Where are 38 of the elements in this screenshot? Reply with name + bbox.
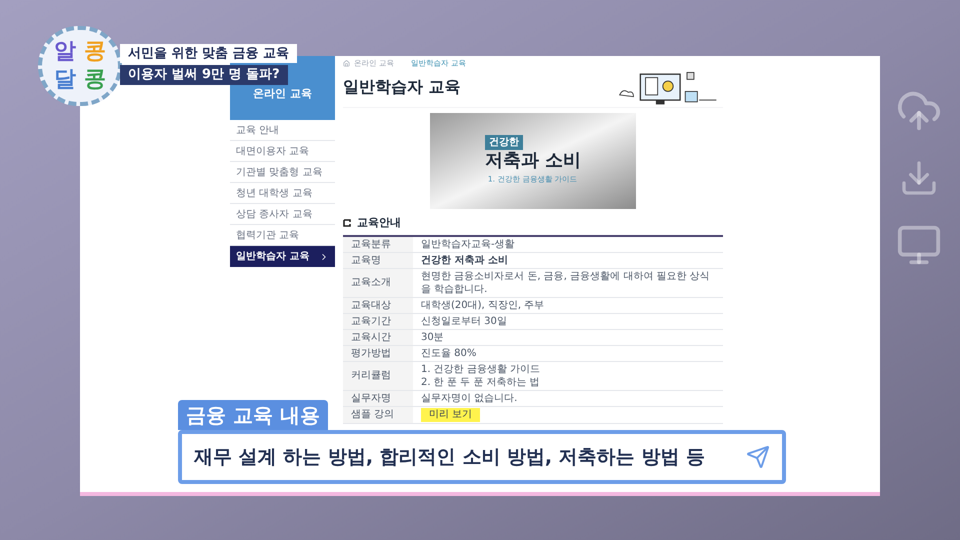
table-cell: 실무자명이 없습니다. xyxy=(421,392,518,404)
table-cell: 30분 xyxy=(421,330,444,344)
table-header-cell: 교육대상 xyxy=(351,298,391,312)
logo-letter: 알 xyxy=(54,40,76,64)
page-title: 일반학습자 교육 xyxy=(343,76,461,98)
sidebar-item[interactable]: 일반학습자 교육 xyxy=(230,246,335,267)
home-icon[interactable] xyxy=(343,60,350,66)
topic-caption: 재무 설계 하는 방법, 합리적인 소비 방법, 저축하는 방법 등 xyxy=(194,444,705,470)
table-cell: 신청일로부터 30일 xyxy=(421,314,507,328)
table-header-cell: 교육시간 xyxy=(351,330,391,344)
table-header-cell: 샘플 강의 xyxy=(351,408,394,421)
table-header-cell: 커리큘럼 xyxy=(351,369,391,382)
table-header-cell: 평가방법 xyxy=(351,346,391,360)
paper-plane-icon xyxy=(746,445,770,469)
table-cell-text: 현명한 금융소비자로서 돈, 금융, 금융생활에 대하여 필요한 상식을 학습합니다. xyxy=(421,270,711,296)
curriculum-line: 2. 한 푼 두 푼 저축하는 법 xyxy=(421,376,540,388)
table-cell: 진도율 80% xyxy=(421,346,476,360)
logo-letter: 달 xyxy=(54,68,76,92)
banner-title: 저축과 소비 xyxy=(484,150,582,172)
section-bullet-icon xyxy=(343,219,351,228)
topic-label-caption: 금융 교육 내용 xyxy=(178,400,328,430)
logo-letter: 콩 xyxy=(84,40,106,64)
table-cell: 건강한 저축과 소비 xyxy=(421,254,508,266)
table-header-cell: 교육소개 xyxy=(351,276,391,289)
section-title: 교육안내 xyxy=(357,215,401,231)
table-cell: 일반학습자교육-생활 xyxy=(421,238,515,250)
preview-button[interactable]: 미리 보기 xyxy=(421,408,480,422)
table-header-cell: 실무자명 xyxy=(351,392,391,404)
headline-caption: 서민을 위한 맞춤 금융 교육 xyxy=(120,44,298,62)
table-header-cell: 교육기간 xyxy=(351,314,391,328)
table-header-cell: 교육명 xyxy=(351,254,381,266)
logo-letter: 콩 xyxy=(84,68,106,92)
subheadline-caption: 이용자 벌써 9만 명 돌파? xyxy=(120,64,288,84)
table-header-cell: 교육분류 xyxy=(351,238,391,250)
table-cell: 대학생(20대), 직장인, 주부 xyxy=(421,298,544,312)
curriculum-line: 1. 건강한 금융생활 가이드 xyxy=(421,362,540,376)
banner-tag: 건강한 xyxy=(484,135,523,150)
sidebar-title: 온라인 교육 xyxy=(253,86,312,102)
